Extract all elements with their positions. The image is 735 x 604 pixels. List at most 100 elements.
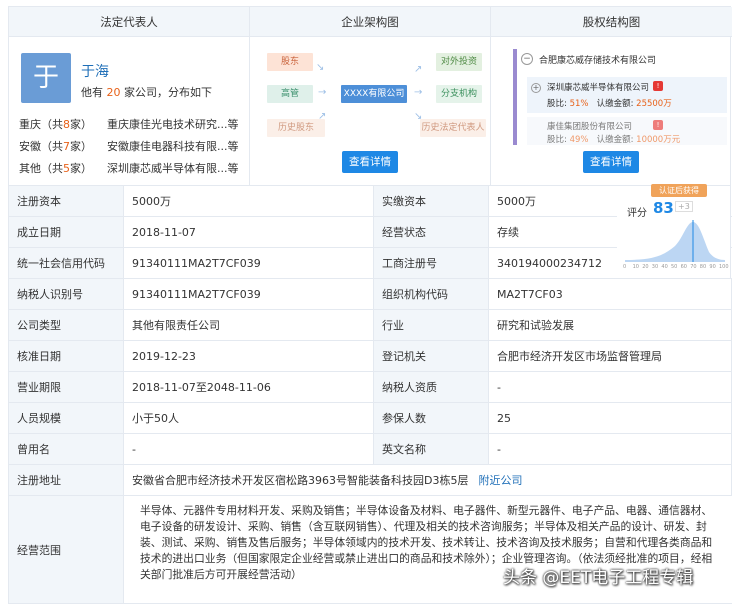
ratio-label: 股比: [547, 135, 567, 145]
row-label: 经营范围 [9, 496, 124, 603]
score-panel[interactable]: 评分 83 +3 0 10 20 30 40 50 60 70 80 90 100 [617, 186, 731, 279]
distribution-curve [625, 222, 725, 262]
region-company[interactable]: 重庆康佳光电技术研究...等 [107, 116, 239, 132]
org-view-detail-button[interactable]: 查看详情 [342, 151, 398, 173]
row-value: - [124, 434, 374, 464]
row-label: 人员规模 [9, 403, 124, 433]
equity-shareholder-2[interactable]: 康佳集团股份有限公司 ! 股比: 49% 认缴金额: 10000万元 [527, 117, 727, 145]
table-row: 注册地址 安徽省合肥市经济技术开发区宿松路3963号智能装备科技园D3栋5层 附… [9, 465, 732, 496]
row-label: 营业期限 [9, 372, 124, 402]
row-value: MA2T7CF03 [489, 279, 732, 309]
region-name: 安徽（共 [19, 140, 63, 153]
expand-icon[interactable]: + [531, 83, 541, 93]
table-row: 曾用名 - 英文名称 - [9, 434, 732, 465]
score-tick: 60 [680, 264, 687, 270]
collapse-icon[interactable]: − [521, 53, 533, 65]
row-value: 合肥市经济开发区市场监督管理局 [489, 341, 732, 371]
region-company[interactable]: 深圳康芯威半导体有限...等 [107, 160, 239, 176]
equity-line [513, 49, 517, 145]
row-value: 其他有限责任公司 [124, 310, 374, 340]
top-panel: 法定代表人 于 于海 他有 20 家公司，分布如下 重庆（共8家） 重庆康佳光电… [8, 6, 732, 186]
row-label: 参保人数 [374, 403, 489, 433]
score-tick: 40 [661, 264, 668, 270]
address-text: 安徽省合肥市经济技术开发区宿松路3963号智能装备科技园D3栋5层 [132, 474, 469, 487]
org-chart-header: 企业架构图 [250, 7, 490, 37]
row-value: 5000万 [489, 186, 618, 216]
arrow-icon: ↗ [318, 111, 327, 122]
shareholder-ratio: 股比: 49% 认缴金额: 10000万元 [547, 133, 680, 145]
amount-label: 认缴金额: [596, 99, 634, 109]
legal-rep-header: 法定代表人 [9, 7, 249, 37]
rep-summary: 他有 20 家公司，分布如下 [81, 84, 212, 100]
row-value: 研究和试验发展 [489, 310, 732, 340]
amount-value: 25500万 [636, 99, 672, 109]
org-history-shareholder-box: 历史股东 [267, 119, 325, 137]
org-chart-panel: 企业架构图 股东 高管 历史股东 ↘ → ↗ XXXX有限公司 ↗ → ↘ 对外… [250, 7, 491, 185]
region-row-chongqing[interactable]: 重庆（共8家） 重庆康佳光电技术研究...等 [19, 116, 239, 132]
score-label: 评分 [627, 208, 647, 219]
region-name: 其他（共 [19, 162, 63, 175]
amount-label: 认缴金额: [596, 135, 634, 145]
row-value: 小于50人 [124, 403, 374, 433]
row-label: 经营状态 [374, 217, 489, 247]
row-value: 91340111MA2T7CF039 [124, 248, 374, 278]
org-shareholder-box: 股东 [267, 53, 313, 71]
row-label: 统一社会信用代码 [9, 248, 124, 278]
shareholder-name: 深圳康芯威半导体有限公司 [547, 83, 650, 93]
arrow-icon: → [318, 87, 327, 98]
equity-shareholder-1[interactable]: + 深圳康芯威半导体有限公司 ! 股比: 51% 认缴金额: 25500万 [527, 77, 727, 113]
score-tick: 50 [671, 264, 678, 270]
org-history-rep-box: 历史法定代表人 [420, 119, 486, 137]
score-axis: 0 10 20 30 40 50 60 70 80 90 100 [623, 264, 729, 274]
avatar[interactable]: 于 [21, 53, 71, 103]
shareholder-name: 康佳集团股份有限公司 [547, 122, 633, 132]
region-count: 5 [63, 162, 70, 175]
rep-name-link[interactable]: 于海 [81, 61, 109, 81]
nearby-companies-link[interactable]: 附近公司 [478, 472, 522, 488]
score-delta: +3 [675, 201, 693, 212]
ratio-value: 51% [569, 99, 589, 109]
row-value: 2018-11-07至2048-11-06 [124, 372, 374, 402]
rep-summary-pre: 他有 [81, 86, 103, 99]
equity-view-detail-button[interactable]: 查看详情 [583, 151, 639, 173]
equity-chart-panel: 股权结构图 − 合肥康芯威存储技术有限公司 + 深圳康芯威半导体有限公司 ! 股… [491, 7, 732, 185]
region-unit: 家） [70, 140, 92, 153]
risk-icon: ! [653, 120, 663, 130]
org-center-box: XXXX有限公司 [341, 85, 407, 103]
risk-icon: ! [653, 81, 663, 91]
table-row: 人员规模 小于50人 参保人数 25 [9, 403, 732, 434]
row-label: 核准日期 [9, 341, 124, 371]
region-count: 7 [63, 140, 70, 153]
arrow-icon: ↗ [414, 64, 423, 75]
score-value: 83 [653, 199, 674, 217]
org-branch-box: 分支机构 [436, 85, 482, 103]
row-label: 注册资本 [9, 186, 124, 216]
row-value: 2019-12-23 [124, 341, 374, 371]
row-value: - [489, 434, 732, 464]
score-distribution-chart [625, 220, 725, 262]
score-tick: 70 [690, 264, 697, 270]
region-row-other[interactable]: 其他（共5家） 深圳康芯威半导体有限...等 [19, 160, 239, 176]
row-value: 25 [489, 403, 732, 433]
row-label: 工商注册号 [374, 248, 489, 278]
org-investment-box: 对外投资 [436, 53, 482, 71]
score-tick: 20 [642, 264, 649, 270]
row-value: 2018-11-07 [124, 217, 374, 247]
row-value: 91340111MA2T7CF039 [124, 279, 374, 309]
table-row: 营业期限 2018-11-07至2048-11-06 纳税人资质 - [9, 372, 732, 403]
score-tick: 0 [623, 264, 627, 270]
row-label: 纳税人资质 [374, 372, 489, 402]
row-value: 340194000234712 [489, 248, 618, 278]
region-unit: 家） [70, 118, 92, 131]
score-badge: 认证后获得 [651, 184, 707, 197]
region-row-anhui[interactable]: 安徽（共7家） 安徽康佳电器科技有限...等 [19, 138, 239, 154]
row-label: 曾用名 [9, 434, 124, 464]
row-label: 成立日期 [9, 217, 124, 247]
row-label: 行业 [374, 310, 489, 340]
score-tick: 90 [709, 264, 716, 270]
rep-summary-post: 家公司，分布如下 [124, 86, 212, 99]
legal-rep-panel: 法定代表人 于 于海 他有 20 家公司，分布如下 重庆（共8家） 重庆康佳光电… [9, 7, 250, 185]
equity-root-name[interactable]: 合肥康芯威存储技术有限公司 [539, 53, 656, 66]
arrow-icon: → [414, 87, 423, 98]
region-company[interactable]: 安徽康佳电器科技有限...等 [107, 138, 239, 154]
